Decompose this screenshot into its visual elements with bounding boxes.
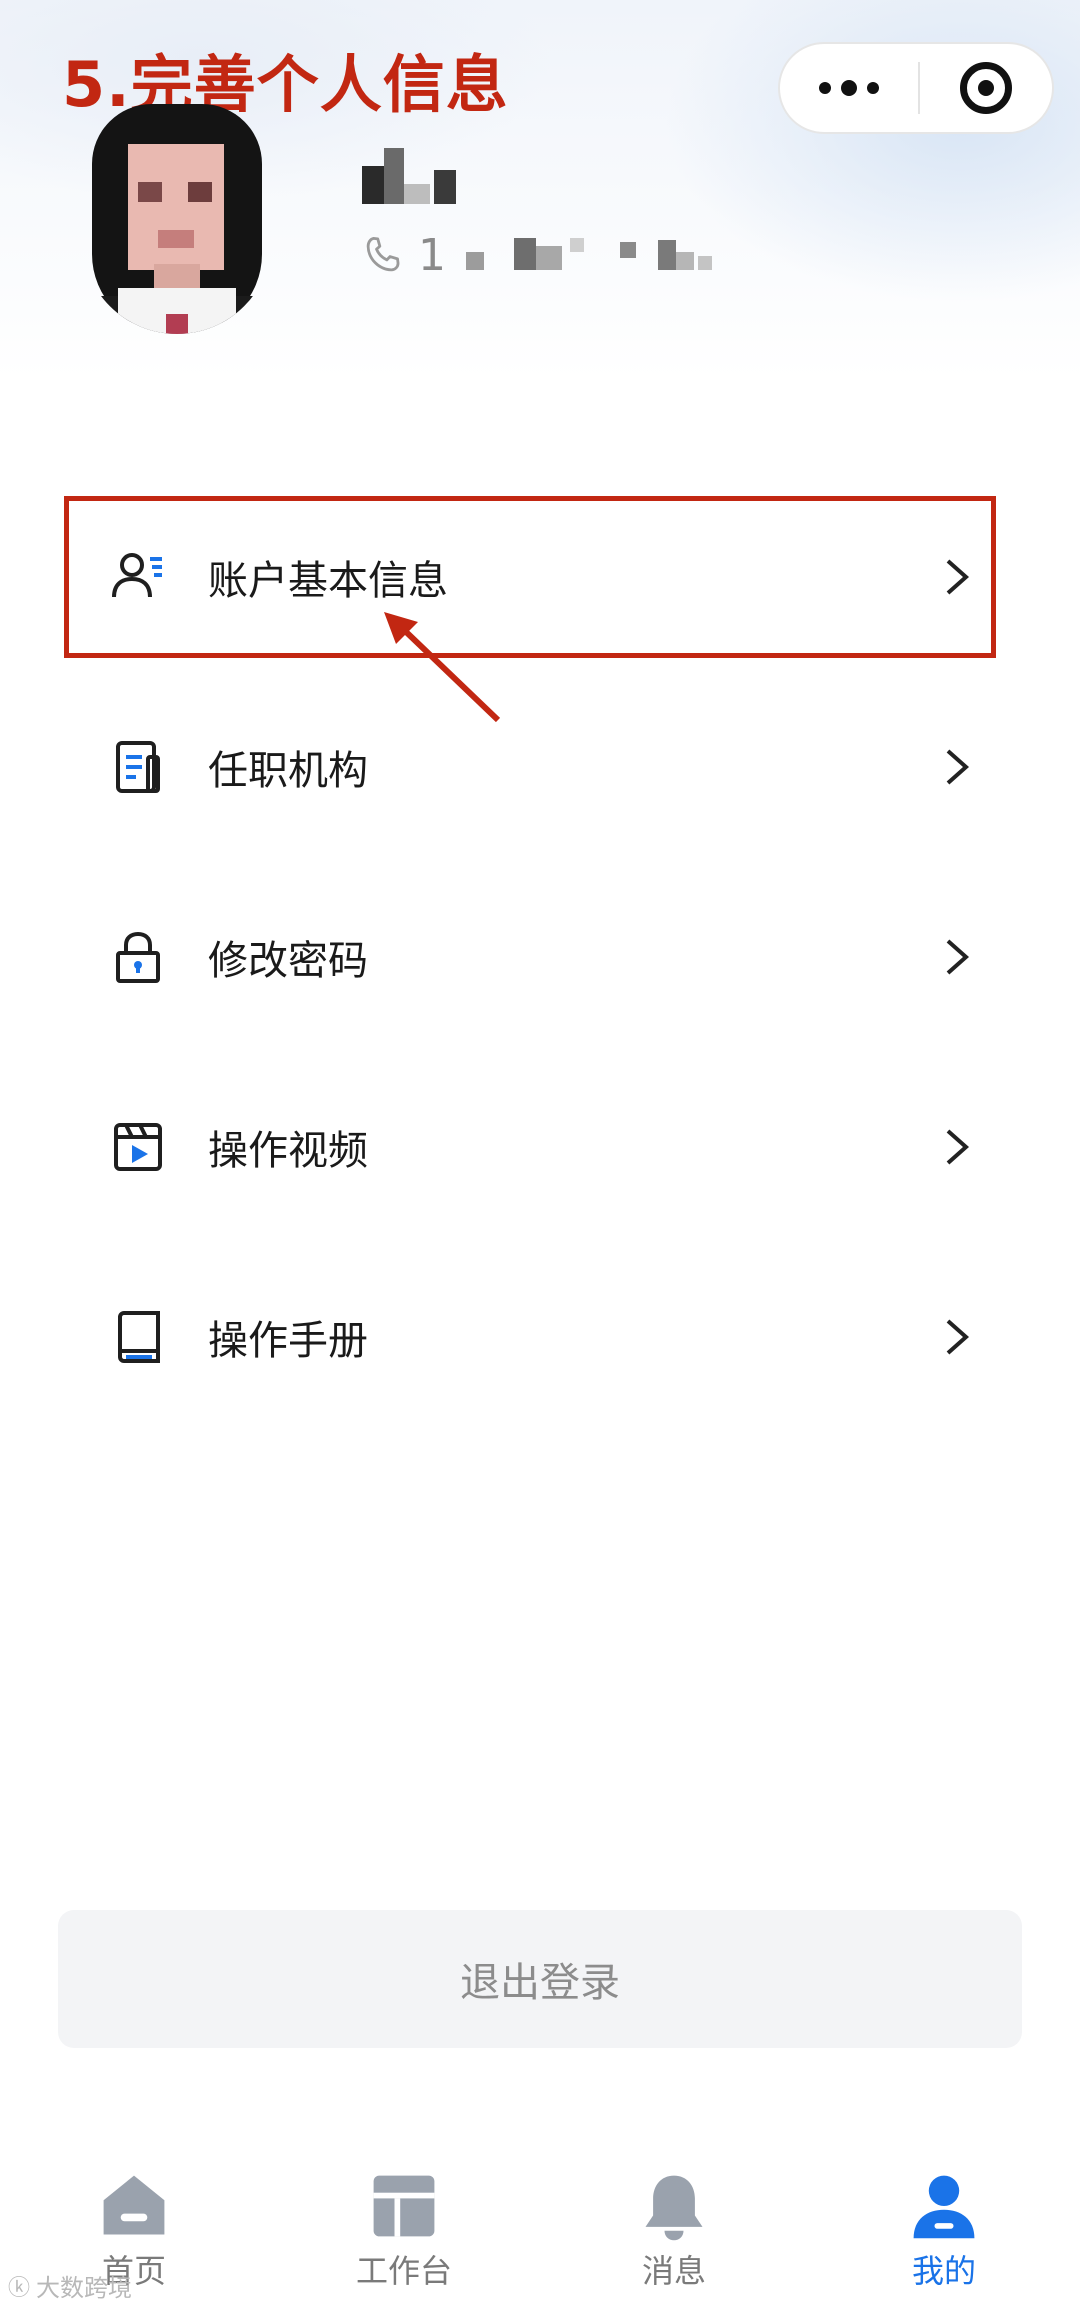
menu-item-label: 修改密码 bbox=[208, 938, 368, 984]
menu-item-change-password[interactable]: 修改密码 bbox=[62, 876, 994, 1038]
chevron-right-icon bbox=[946, 1129, 970, 1165]
bottom-tab-bar: 首页 工作台 消息 我的 bbox=[0, 2150, 1080, 2305]
tab-mine[interactable]: 我的 bbox=[844, 2150, 1044, 2305]
phone-row: 1 bbox=[362, 229, 748, 281]
logout-button[interactable]: 退出登录 bbox=[58, 1910, 1022, 2048]
menu-item-label: 操作视频 bbox=[208, 1128, 368, 1174]
home-icon bbox=[103, 2175, 165, 2235]
video-icon bbox=[114, 1123, 162, 1171]
menu-item-tutorial-video[interactable]: 操作视频 bbox=[62, 1066, 994, 1228]
phone-number-prefix: 1 bbox=[418, 229, 448, 281]
chevron-right-icon bbox=[946, 1319, 970, 1355]
chevron-right-icon bbox=[946, 749, 970, 785]
menu-item-label: 操作手册 bbox=[208, 1318, 368, 1364]
target-close-icon[interactable] bbox=[920, 44, 1052, 132]
tab-label: 工作台 bbox=[355, 2252, 452, 2290]
watermark: ⓚ 大数跨境 bbox=[8, 2268, 132, 2303]
avatar[interactable] bbox=[82, 104, 272, 334]
menu-item-label: 任职机构 bbox=[208, 748, 368, 794]
book-icon bbox=[118, 1311, 160, 1363]
username-blurred bbox=[362, 140, 482, 220]
annotation-arrow-icon bbox=[384, 612, 501, 723]
workbench-icon bbox=[373, 2175, 435, 2237]
menu-item-organization[interactable]: 任职机构 bbox=[62, 686, 994, 848]
document-icon bbox=[116, 741, 160, 793]
user-icon bbox=[913, 2175, 975, 2239]
tab-messages[interactable]: 消息 bbox=[574, 2150, 774, 2305]
phone-number-blurred bbox=[448, 232, 748, 278]
bell-icon bbox=[645, 2175, 703, 2241]
chevron-right-icon bbox=[946, 939, 970, 975]
annotation-highlight-box bbox=[64, 496, 996, 658]
lock-icon bbox=[116, 931, 160, 983]
phone-icon bbox=[366, 236, 400, 272]
tab-workbench[interactable]: 工作台 bbox=[304, 2150, 504, 2305]
menu-item-user-manual[interactable]: 操作手册 bbox=[62, 1256, 994, 1418]
watermark-logo-icon: ⓚ bbox=[8, 2275, 31, 2301]
tab-label: 我的 bbox=[911, 2252, 976, 2290]
tab-label: 消息 bbox=[641, 2252, 706, 2290]
watermark-text: 大数跨境 bbox=[36, 2274, 133, 2302]
more-dots-icon[interactable] bbox=[780, 44, 918, 132]
mini-program-capsule bbox=[778, 42, 1054, 134]
